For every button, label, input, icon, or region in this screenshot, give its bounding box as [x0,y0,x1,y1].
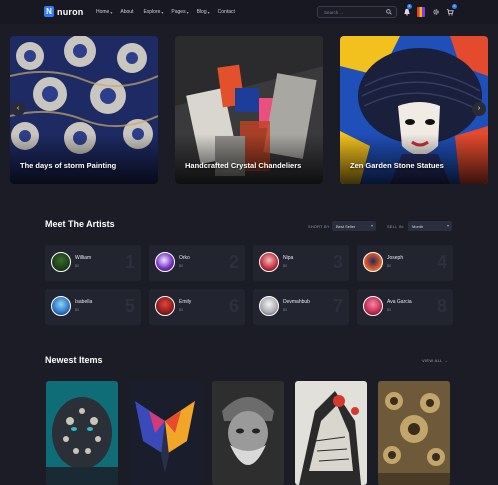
logo-text: nuron [57,6,84,17]
logo-mark: N [44,6,54,17]
product-card-2[interactable] [129,381,201,485]
chevron-down-icon: ▾ [370,223,373,228]
artist-card[interactable]: Ava Garcia $0 8 [357,289,453,325]
bell-icon[interactable] [403,8,411,16]
sort-label: SHORT BY: [308,225,331,229]
artist-avatar [363,296,383,316]
cart-badge: 0 [452,4,457,9]
artist-card[interactable]: Devmahbub $0 7 [253,289,349,325]
product-image-3 [212,381,284,485]
chevron-down-icon: ▾ [186,9,189,15]
nav-pages[interactable]: Pages ▾ [171,9,188,15]
product-card-1[interactable] [46,381,118,485]
artist-avatar [363,252,383,272]
gear-icon[interactable] [432,8,440,16]
slide-title: Handcrafted Crystal Chandeliers [185,161,302,170]
sell-label: SELL IN: [387,225,405,229]
artist-avatar [155,296,175,316]
slide-card-3[interactable]: Zen Garden Stone Statues [340,36,488,184]
nav-home[interactable]: Home ▾ [96,9,112,15]
artist-card[interactable]: Isabella $0 5 [45,289,141,325]
notification-badge: 6 [407,4,412,9]
chevron-down-icon: ▾ [446,223,449,228]
artist-card[interactable]: Nipa $0 3 [253,245,349,281]
product-image-2 [129,381,201,485]
search-icon[interactable] [386,9,392,15]
artist-avatar [51,252,71,272]
slider-prev-button[interactable]: ‹ [11,102,25,116]
artist-card[interactable]: Orko $0 2 [149,245,245,281]
slider-next-button[interactable]: › [472,102,486,116]
slide-card-1[interactable]: The days of storm Painting [10,36,158,184]
view-all-link[interactable]: VIEW ALL → [422,358,448,363]
product-card-5[interactable] [378,381,450,485]
arrow-right-icon: › [477,105,481,112]
search-input[interactable]: Search ... [317,6,397,18]
product-image-1 [46,381,118,485]
sort-select[interactable]: Best Seller ▾ [332,221,376,231]
arrow-left-icon: ‹ [16,105,20,112]
site-header: N nuron Home ▾ About Explore ▾ Pages ▾ Blog… [0,0,498,24]
newest-section-title: Newest Items [45,355,103,365]
artist-avatar [259,296,279,316]
product-card-3[interactable] [212,381,284,485]
nav-about[interactable]: About [120,9,133,15]
site-logo[interactable]: N nuron [44,6,84,17]
main-nav: Home ▾ About Explore ▾ Pages ▾ Blog ▾ Contac… [96,9,235,15]
arrow-right-icon: → [443,358,449,363]
artists-section-title: Meet The Artists [45,219,115,229]
chevron-down-icon: ▾ [161,9,164,15]
slide-title: The days of storm Painting [20,161,117,170]
cart-icon[interactable] [446,8,454,16]
nav-blog[interactable]: Blog ▾ [197,9,210,15]
artist-card[interactable]: Joseph $0 4 [357,245,453,281]
nav-contact[interactable]: Contact [218,9,235,15]
artist-card[interactable]: Emily $0 6 [149,289,245,325]
product-image-5 [378,381,450,485]
chevron-down-icon: ▾ [110,9,113,15]
user-avatar[interactable] [417,7,425,17]
nav-explore[interactable]: Explore ▾ [143,9,163,15]
slide-title: Zen Garden Stone Statues [350,161,444,170]
product-card-4[interactable] [295,381,367,485]
artist-card[interactable]: William $0 1 [45,245,141,281]
artist-avatar [155,252,175,272]
product-image-4 [295,381,367,485]
chevron-down-icon: ▾ [207,9,210,15]
slide-card-2[interactable]: Handcrafted Crystal Chandeliers [175,36,323,184]
artist-avatar [51,296,71,316]
sell-select[interactable]: Month ▾ [408,221,452,231]
artist-avatar [259,252,279,272]
